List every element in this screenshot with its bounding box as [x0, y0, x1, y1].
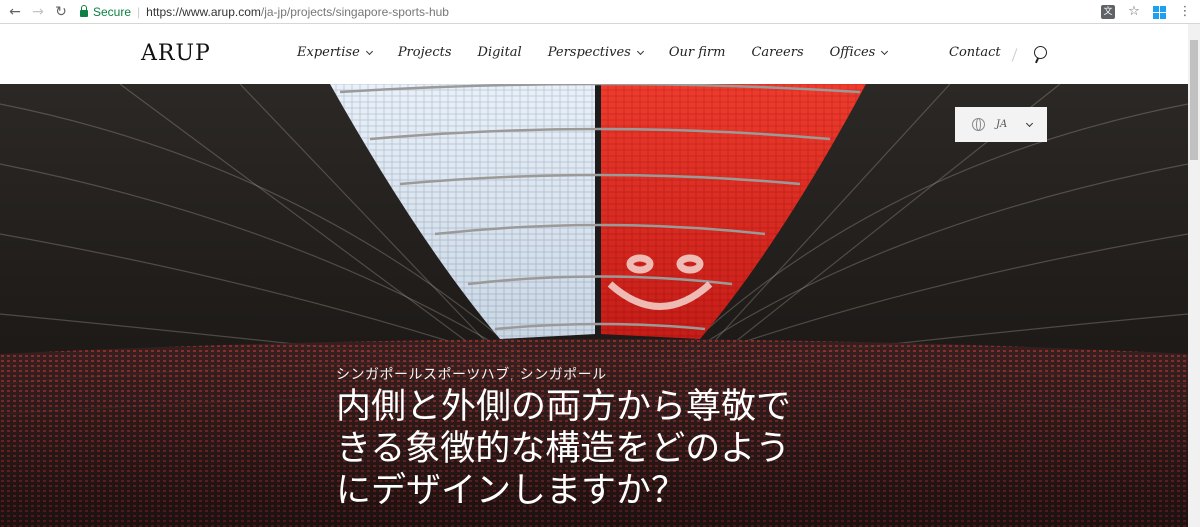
address-divider: |: [137, 5, 141, 19]
lock-icon: [80, 5, 88, 17]
chevron-down-icon: [1026, 119, 1034, 127]
contact-link[interactable]: Contact: [949, 45, 1001, 60]
browser-toolbar: ← → ↻ Secure | https://www.arup.com/ja-j…: [0, 0, 1200, 24]
chevron-down-icon: [636, 47, 644, 55]
nav-item-digital[interactable]: Digital: [478, 45, 522, 60]
main-nav: Expertise Projects Digital Perspectives …: [297, 45, 913, 60]
reload-icon[interactable]: ↻: [52, 3, 70, 21]
nav-item-our-firm[interactable]: Our firm: [669, 45, 726, 60]
globe-icon: [972, 118, 985, 131]
back-arrow-icon[interactable]: ←: [6, 3, 24, 21]
nav-item-careers[interactable]: Careers: [751, 45, 803, 60]
hero-text: シンガポールスポーツハブ, シンガポール 内側と外側の両方から尊敬できる象徴的な…: [336, 364, 816, 512]
chevron-down-icon: [881, 47, 889, 55]
site-header: ARUP Expertise Projects Digital Perspect…: [0, 24, 1188, 84]
arup-logo[interactable]: ARUP: [141, 41, 211, 66]
search-icon[interactable]: [1034, 46, 1047, 59]
star-icon[interactable]: ☆: [1125, 3, 1143, 21]
language-selector[interactable]: JA: [955, 107, 1047, 142]
nav-label: Digital: [477, 45, 522, 60]
secure-label: Secure: [93, 5, 132, 19]
nav-item-offices[interactable]: Offices: [829, 45, 889, 60]
address-bar[interactable]: Secure | https://www.arup.com/ja-jp/proj…: [74, 2, 1094, 22]
url-host: https://www.arup.com: [146, 5, 261, 19]
nav-label: Offices: [829, 45, 876, 60]
nav-label: Perspectives: [547, 45, 631, 60]
nav-item-projects[interactable]: Projects: [398, 45, 452, 60]
hero-headline: 内側と外側の両方から尊敬できる象徴的な構造をどのようにデザインしますか？: [336, 387, 792, 511]
nav-label: Projects: [397, 45, 452, 60]
nav-label: Careers: [751, 45, 804, 60]
windows-icon[interactable]: [1153, 5, 1166, 19]
translate-icon[interactable]: 文: [1101, 5, 1115, 19]
nav-label: Expertise: [297, 45, 360, 60]
header-divider: [1011, 48, 1018, 62]
menu-icon[interactable]: ⋮: [1176, 3, 1194, 21]
hero-banner: JA シンガポールスポーツハブ, シンガポール 内側と外側の両方から尊敬できる象…: [0, 84, 1188, 527]
url-path: /ja-jp/projects/singapore-sports-hub: [260, 5, 449, 19]
project-location: シンガポールスポーツハブ, シンガポール: [336, 367, 607, 383]
url-text[interactable]: https://www.arup.com/ja-jp/projects/sing…: [146, 5, 449, 19]
forward-arrow-icon[interactable]: →: [29, 3, 47, 21]
nav-item-perspectives[interactable]: Perspectives: [547, 45, 644, 60]
scrollbar-thumb[interactable]: [1190, 40, 1198, 160]
language-code: JA: [996, 119, 1008, 130]
nav-label: Our firm: [668, 45, 726, 60]
scrollbar[interactable]: [1188, 24, 1200, 527]
nav-item-expertise[interactable]: Expertise: [297, 45, 373, 60]
chevron-down-icon: [365, 47, 373, 55]
